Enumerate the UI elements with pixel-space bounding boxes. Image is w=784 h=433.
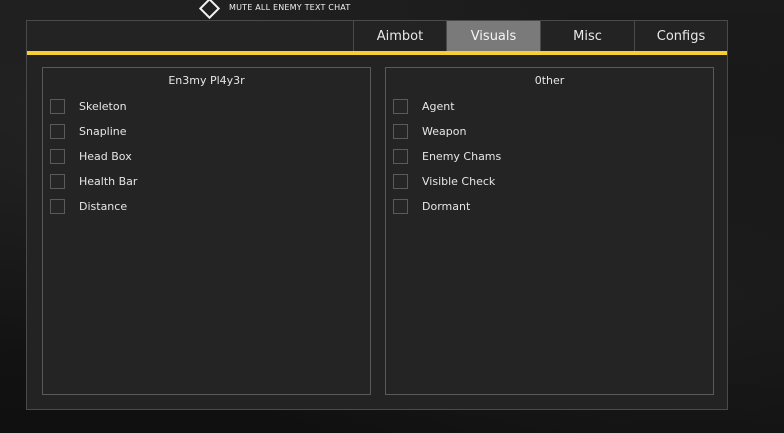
option-snapline[interactable]: Snapline xyxy=(50,123,127,140)
option-enemy-chams[interactable]: Enemy Chams xyxy=(393,148,501,165)
mute-chat-label: MUTE ALL ENEMY TEXT CHAT xyxy=(229,2,351,12)
option-head-box[interactable]: Head Box xyxy=(50,148,132,165)
option-agent[interactable]: Agent xyxy=(393,98,455,115)
checkbox[interactable] xyxy=(393,99,408,114)
option-label: Skeleton xyxy=(79,100,127,113)
option-health-bar[interactable]: Health Bar xyxy=(50,173,137,190)
checkbox[interactable] xyxy=(50,174,65,189)
cheat-menu-window: Aimbot Visuals Misc Configs En3my Pl4y3r… xyxy=(26,20,728,410)
tab-configs[interactable]: Configs xyxy=(634,21,727,51)
option-label: Weapon xyxy=(422,125,467,138)
tab-visuals[interactable]: Visuals xyxy=(446,21,540,51)
panel-title: En3my Pl4y3r xyxy=(168,74,245,87)
enemy-player-panel: En3my Pl4y3r Skeleton Snapline Head Box … xyxy=(42,67,371,395)
checkbox[interactable] xyxy=(393,124,408,139)
option-label: Snapline xyxy=(79,125,127,138)
other-panel: 0ther Agent Weapon Enemy Chams Visible C… xyxy=(385,67,714,395)
option-skeleton[interactable]: Skeleton xyxy=(50,98,127,115)
panel-title: 0ther xyxy=(534,74,565,87)
option-label: Dormant xyxy=(422,200,471,213)
option-dormant[interactable]: Dormant xyxy=(393,198,470,215)
checkbox[interactable] xyxy=(50,199,65,214)
option-label: Health Bar xyxy=(79,175,138,188)
checkbox[interactable] xyxy=(50,124,65,139)
option-label: Agent xyxy=(422,100,455,113)
tab-bar: Aimbot Visuals Misc Configs xyxy=(353,21,727,51)
checkbox[interactable] xyxy=(50,99,65,114)
checkbox[interactable] xyxy=(393,174,408,189)
option-label: Enemy Chams xyxy=(422,150,502,163)
option-weapon[interactable]: Weapon xyxy=(393,123,466,140)
mute-chat-prompt[interactable]: MUTE ALL ENEMY TEXT CHAT xyxy=(198,0,351,19)
tab-misc[interactable]: Misc xyxy=(540,21,634,51)
checkbox[interactable] xyxy=(50,149,65,164)
option-label: Head Box xyxy=(79,150,132,163)
option-label: Visible Check xyxy=(422,175,496,188)
tab-aimbot[interactable]: Aimbot xyxy=(353,21,446,51)
checkbox[interactable] xyxy=(393,199,408,214)
option-distance[interactable]: Distance xyxy=(50,198,127,215)
option-visible-check[interactable]: Visible Check xyxy=(393,173,495,190)
option-label: Distance xyxy=(79,200,128,213)
accent-divider xyxy=(27,51,727,55)
checkbox[interactable] xyxy=(393,149,408,164)
